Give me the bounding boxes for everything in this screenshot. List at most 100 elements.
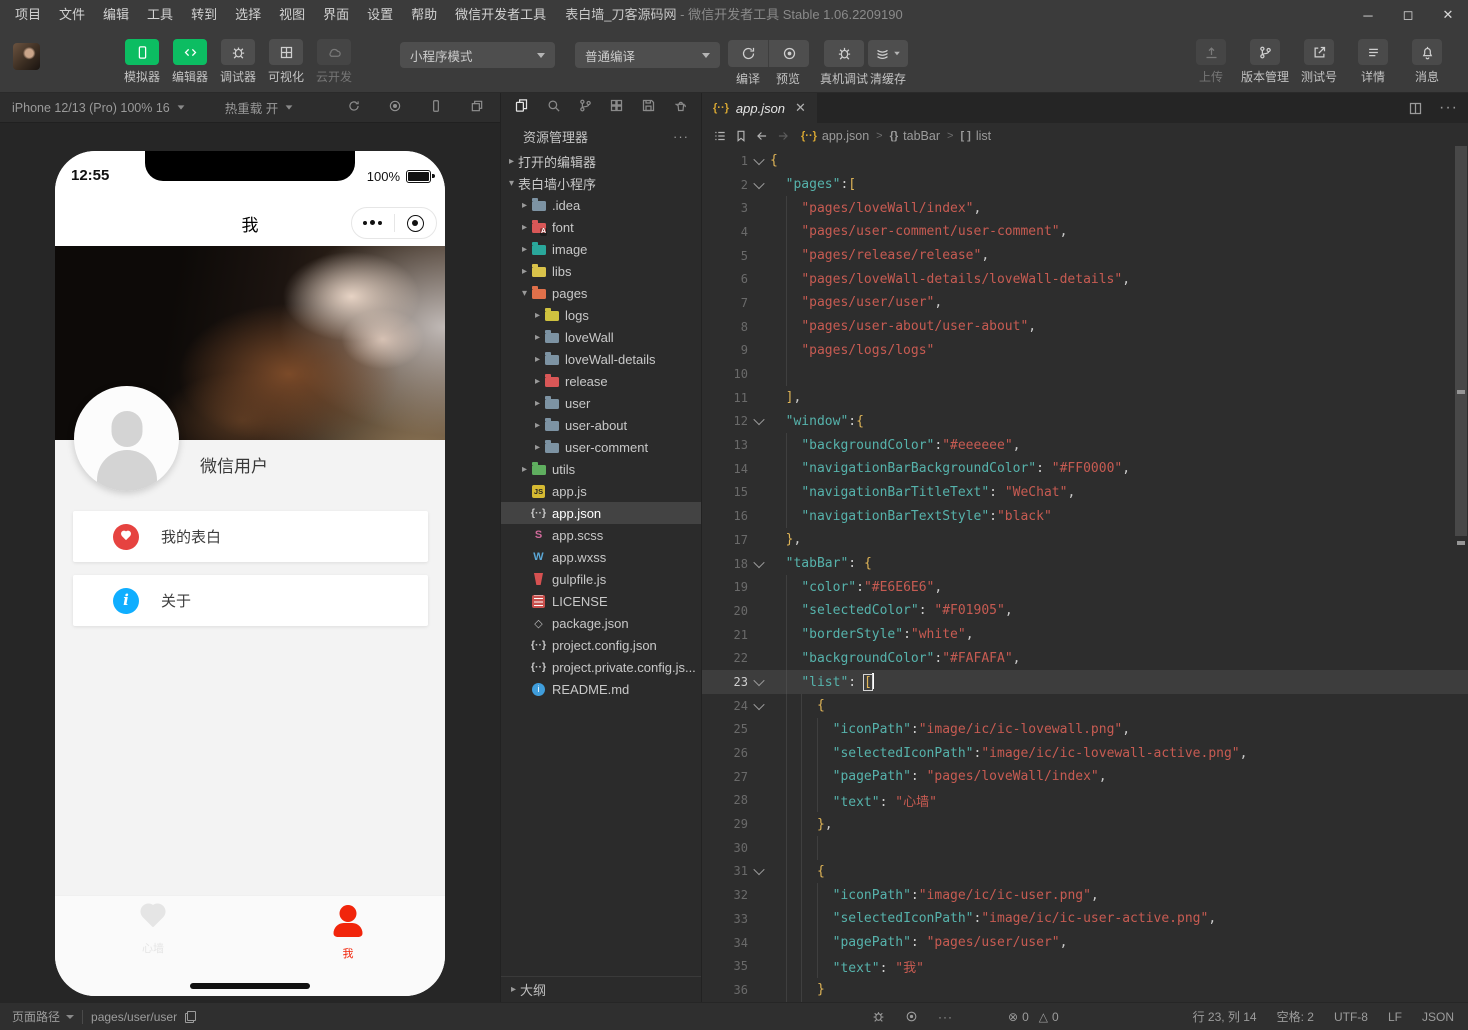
files-button[interactable]	[514, 98, 529, 118]
fold-toggle[interactable]	[748, 702, 770, 710]
tree-item-app.js[interactable]: JSapp.js	[501, 480, 701, 502]
tree-item-project.config.json[interactable]: {··}project.config.json	[501, 634, 701, 656]
menubar-item-6[interactable]: 视图	[270, 0, 314, 30]
windows-button[interactable]	[470, 99, 484, 116]
tree-item-LICENSE[interactable]: LICENSE	[501, 590, 701, 612]
more-actions-icon[interactable]: ···	[673, 129, 689, 144]
phone-tab-me[interactable]: 我	[288, 905, 408, 961]
bookmark-icon[interactable]	[734, 129, 748, 143]
menubar-item-10[interactable]: 微信开发者工具	[446, 0, 555, 30]
fold-toggle[interactable]	[748, 867, 770, 875]
phone-button[interactable]	[125, 39, 159, 65]
eye-icon[interactable]	[905, 1010, 918, 1023]
page-path-selector[interactable]: 页面路径	[12, 1008, 74, 1025]
tree-item-gulpfile.js[interactable]: gulpfile.js	[501, 568, 701, 590]
exit-miniprogram-button[interactable]	[395, 208, 437, 238]
split-editor-icon[interactable]	[1408, 101, 1423, 116]
tree-item-libs[interactable]: ▸libs	[501, 260, 701, 282]
menubar-item-3[interactable]: 工具	[138, 0, 182, 30]
close-tab-icon[interactable]: ✕	[795, 100, 806, 116]
bell-button[interactable]	[1412, 39, 1442, 65]
tree-item-utils[interactable]: ▸utils	[501, 458, 701, 480]
fold-toggle[interactable]	[748, 560, 770, 568]
profile-menu-item-0[interactable]: 我的表白	[73, 511, 428, 562]
record-button[interactable]	[388, 99, 402, 116]
branch2-button[interactable]	[578, 98, 593, 118]
debug-button[interactable]	[221, 39, 255, 65]
cursor-position[interactable]: 行 23, 列 14	[1193, 1008, 1257, 1025]
fold-toggle[interactable]	[748, 417, 770, 425]
breadcrumb-item-list[interactable]: [ ]list	[960, 129, 991, 143]
profile-menu-item-1[interactable]: i关于	[73, 575, 428, 626]
compile-mode-dropdown[interactable]: 普通编译	[575, 42, 720, 68]
user-avatar[interactable]	[13, 43, 40, 70]
phone-tab-lovewall[interactable]: 心墙	[93, 905, 213, 956]
tree-item-project.private.config.js...[interactable]: {··}project.private.config.js...	[501, 656, 701, 678]
details-button[interactable]	[1358, 39, 1388, 65]
tree-item-.idea[interactable]: ▸.idea	[501, 194, 701, 216]
statusbar-more-icon[interactable]: ···	[938, 1010, 953, 1024]
cloud-button[interactable]	[317, 39, 351, 65]
more-menu-button[interactable]	[352, 208, 394, 238]
external-button[interactable]	[1304, 39, 1334, 65]
breadcrumb-item-app.json[interactable]: {··}app.json	[801, 129, 869, 143]
tab-app-json[interactable]: {··} app.json ✕	[702, 93, 817, 123]
preview-button[interactable]	[768, 40, 809, 67]
tree-item-______[interactable]: ▸打开的编辑器	[501, 150, 701, 172]
language-indicator[interactable]: JSON	[1422, 1010, 1454, 1024]
tree-item-logs[interactable]: ▸logs	[501, 304, 701, 326]
refresh-button[interactable]	[728, 40, 768, 67]
layers-button[interactable]	[868, 40, 908, 67]
save-button[interactable]	[641, 98, 656, 118]
teapot-button[interactable]	[673, 98, 688, 118]
editor-scrollbar[interactable]	[1455, 146, 1467, 536]
forward-arrow-icon[interactable]	[776, 129, 790, 143]
outline-list-icon[interactable]	[713, 129, 727, 143]
fold-toggle[interactable]	[748, 181, 770, 189]
menubar-item-1[interactable]: 文件	[50, 0, 94, 30]
menubar-item-8[interactable]: 设置	[358, 0, 402, 30]
tree-item-image[interactable]: ▸image	[501, 238, 701, 260]
minimize-button[interactable]: ─	[1348, 0, 1388, 30]
tree-item-user-comment[interactable]: ▸user-comment	[501, 436, 701, 458]
tree-item-app.scss[interactable]: Sapp.scss	[501, 524, 701, 546]
grid-button[interactable]	[269, 39, 303, 65]
encoding-indicator[interactable]: UTF-8	[1334, 1010, 1368, 1024]
branch-button[interactable]	[1250, 39, 1280, 65]
device-button[interactable]	[429, 99, 443, 116]
rotate-button[interactable]	[347, 99, 361, 116]
menubar-item-7[interactable]: 界面	[314, 0, 358, 30]
indentation-indicator[interactable]: 空格: 2	[1277, 1008, 1314, 1025]
fold-toggle[interactable]	[748, 678, 770, 686]
problems-indicator[interactable]: ⊗0 △0	[1008, 1010, 1059, 1024]
tree-item-loveWall-details[interactable]: ▸loveWall-details	[501, 348, 701, 370]
tree-item-loveWall[interactable]: ▸loveWall	[501, 326, 701, 348]
outline-section[interactable]: ▸ 大纲	[501, 976, 701, 1002]
tree-item-user-about[interactable]: ▸user-about	[501, 414, 701, 436]
menubar-item-2[interactable]: 编辑	[94, 0, 138, 30]
code-editor[interactable]: 1{2 "pages":[3 "pages/loveWall/index",4 …	[702, 149, 1468, 1002]
bug-icon[interactable]	[872, 1010, 885, 1023]
breadcrumb-item-tabBar[interactable]: {}tabBar	[890, 129, 940, 143]
tree-item-______[interactable]: ▾表白墙小程序	[501, 172, 701, 194]
editor-more-actions-icon[interactable]: ···	[1439, 99, 1458, 117]
tree-item-package.json[interactable]: ◇package.json	[501, 612, 701, 634]
tree-item-pages[interactable]: ▾pages	[501, 282, 701, 304]
miniprogram-mode-dropdown[interactable]: 小程序模式	[400, 42, 555, 68]
code-button[interactable]	[173, 39, 207, 65]
menubar-item-5[interactable]: 选择	[226, 0, 270, 30]
avatar[interactable]	[74, 386, 179, 491]
fold-toggle[interactable]	[748, 157, 770, 165]
eol-indicator[interactable]: LF	[1388, 1010, 1402, 1024]
page-path-value[interactable]: pages/user/user	[91, 1010, 177, 1024]
search-button[interactable]	[546, 98, 561, 118]
copy-icon[interactable]	[185, 1011, 196, 1023]
back-arrow-icon[interactable]	[755, 129, 769, 143]
upload-button[interactable]	[1196, 39, 1226, 65]
tree-item-font[interactable]: ▸Afont	[501, 216, 701, 238]
tree-item-app.json[interactable]: {··}app.json	[501, 502, 701, 524]
bug-button[interactable]	[824, 40, 864, 67]
device-selector[interactable]: iPhone 12/13 (Pro) 100% 16	[12, 101, 185, 115]
tree-item-user[interactable]: ▸user	[501, 392, 701, 414]
maximize-button[interactable]: ◻	[1388, 0, 1428, 30]
